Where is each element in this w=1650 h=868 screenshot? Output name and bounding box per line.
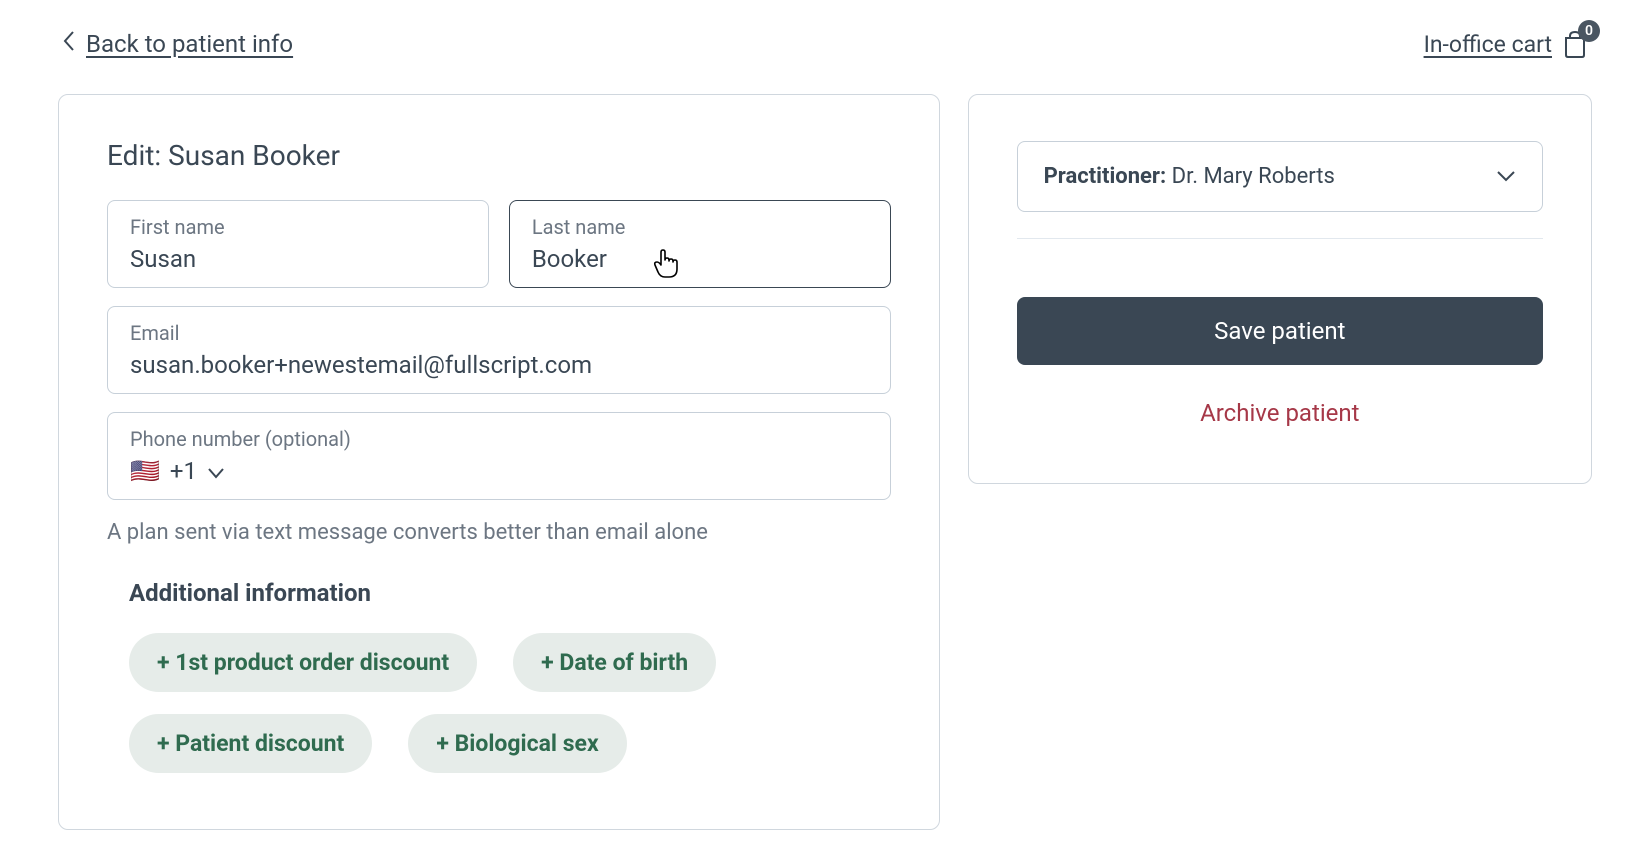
archive-patient-link[interactable]: Archive patient — [1017, 399, 1543, 427]
actions-panel: Practitioner: Dr. Mary Roberts Save pati… — [968, 94, 1592, 484]
last-name-input[interactable] — [532, 245, 868, 273]
chevron-left-icon — [62, 30, 76, 58]
phone-field-wrap[interactable]: Phone number (optional) 🇺🇸 +1 — [107, 412, 891, 500]
cart-link-label: In-office cart — [1424, 31, 1552, 58]
email-field-wrap[interactable]: Email — [107, 306, 891, 394]
back-link-label: Back to patient info — [86, 30, 293, 58]
email-input[interactable] — [130, 351, 868, 379]
page-title: Edit: Susan Booker — [107, 139, 891, 172]
chip-biological-sex[interactable]: + Biological sex — [408, 714, 626, 773]
phone-label: Phone number (optional) — [130, 427, 868, 451]
save-patient-button[interactable]: Save patient — [1017, 297, 1543, 365]
first-name-field-wrap[interactable]: First name — [107, 200, 489, 288]
first-name-input[interactable] — [130, 245, 466, 273]
shopping-bag-icon[interactable]: 0 — [1562, 30, 1588, 58]
last-name-field-wrap[interactable]: Last name — [509, 200, 891, 288]
chip-patient-discount[interactable]: + Patient discount — [129, 714, 372, 773]
first-name-label: First name — [130, 215, 466, 239]
topbar: Back to patient info In-office cart 0 — [58, 30, 1592, 58]
in-office-cart-link[interactable]: In-office cart — [1424, 31, 1552, 58]
divider — [1017, 238, 1543, 239]
chevron-down-icon — [207, 457, 225, 485]
flag-icon: 🇺🇸 — [130, 457, 160, 485]
chip-date-of-birth[interactable]: + Date of birth — [513, 633, 716, 692]
practitioner-select[interactable]: Practitioner: Dr. Mary Roberts — [1017, 141, 1543, 212]
additional-info-chips: + 1st product order discount + Date of b… — [129, 633, 891, 773]
cart-area: In-office cart 0 — [1424, 30, 1588, 58]
practitioner-label: Practitioner: — [1044, 164, 1167, 189]
edit-patient-panel: Edit: Susan Booker First name Last name … — [58, 94, 940, 830]
email-label: Email — [130, 321, 868, 345]
phone-prefix: +1 — [170, 457, 197, 485]
phone-country-selector[interactable]: 🇺🇸 +1 — [130, 457, 225, 485]
additional-info-title: Additional information — [129, 579, 891, 607]
chip-first-order-discount[interactable]: + 1st product order discount — [129, 633, 477, 692]
last-name-label: Last name — [532, 215, 868, 239]
cart-count-badge: 0 — [1578, 20, 1600, 42]
phone-helper-text: A plan sent via text message converts be… — [107, 520, 891, 545]
back-to-patient-link[interactable]: Back to patient info — [62, 30, 293, 58]
content: Edit: Susan Booker First name Last name … — [58, 94, 1592, 830]
practitioner-value: Dr. Mary Roberts — [1172, 164, 1335, 189]
chevron-down-icon — [1496, 164, 1516, 189]
